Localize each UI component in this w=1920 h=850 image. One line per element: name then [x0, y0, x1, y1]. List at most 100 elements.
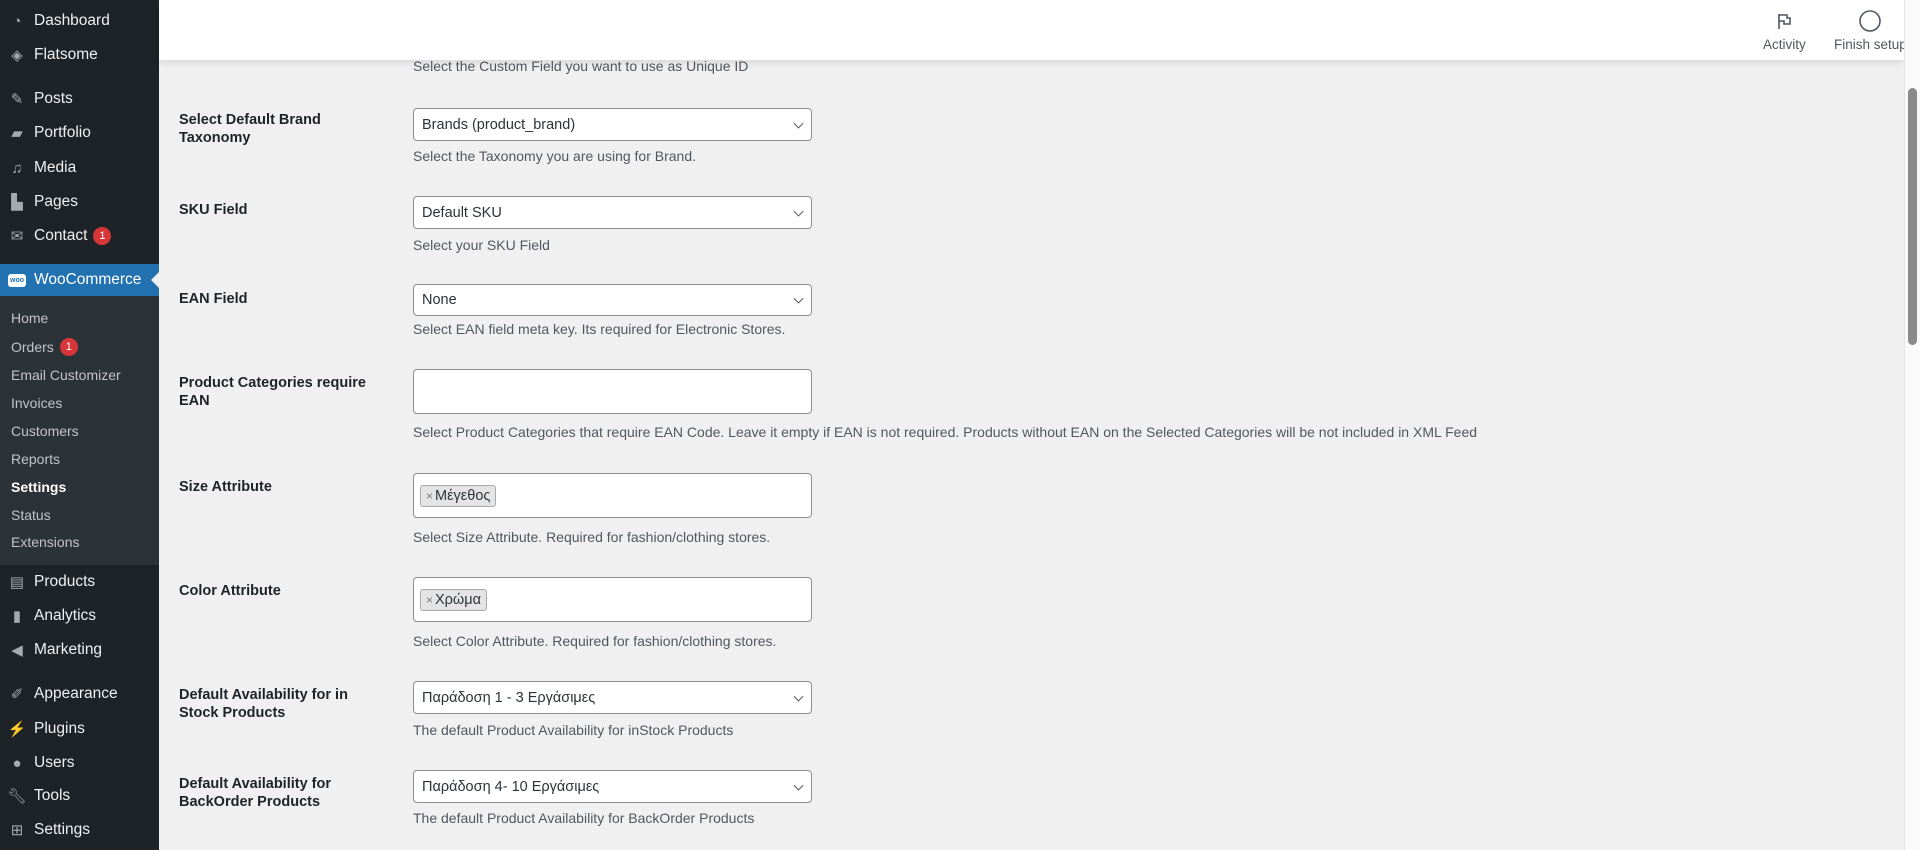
menu-flatsome[interactable]: ◈ Flatsome	[0, 40, 159, 70]
pin-icon: ✎	[10, 91, 24, 108]
ean-select[interactable]: None	[413, 284, 812, 316]
finish-setup-label: Finish setup	[1834, 37, 1907, 52]
remove-tag-icon[interactable]: ×	[426, 593, 433, 607]
menu-label: Appearance	[34, 685, 118, 702]
menu-label: Plugins	[34, 720, 85, 737]
backorder-desc: The default Product Availability for Bac…	[413, 810, 755, 826]
orders-count-badge: 1	[59, 338, 78, 356]
flag-icon	[1763, 10, 1806, 32]
woocommerce-icon: woo	[0, 273, 34, 287]
size-desc: Select Size Attribute. Required for fash…	[413, 529, 771, 545]
sku-select[interactable]: Default SKU	[413, 196, 812, 229]
finish-setup-button[interactable]: Finish setup	[1834, 10, 1907, 52]
select-value: None	[422, 292, 457, 308]
folder-icon: ▰	[11, 125, 23, 142]
menu-media[interactable]: ♫ Media	[0, 153, 159, 183]
menu-posts[interactable]: ✎ Posts	[0, 84, 159, 114]
bar-chart-icon: ▮	[12, 608, 22, 625]
menu-label: Contact	[34, 227, 88, 244]
categories-desc: Select Product Categories that require E…	[413, 424, 1478, 440]
menu-contact[interactable]: ✉ Contact 1	[0, 221, 159, 251]
menu-pages[interactable]: ▙ Pages	[0, 187, 159, 217]
menu-appearance[interactable]: ✐ Appearance	[0, 679, 159, 709]
menu-label: Posts	[34, 90, 73, 107]
categories-multiselect[interactable]	[413, 369, 812, 414]
menu-products[interactable]: ▤ Products	[0, 567, 159, 597]
menu-label: Flatsome	[34, 46, 98, 63]
submenu-reports[interactable]: Reports	[11, 448, 60, 470]
color-label: Color Attribute	[179, 583, 281, 599]
media-icon: ♫	[11, 159, 23, 177]
submenu-status[interactable]: Status	[11, 504, 51, 526]
submenu-invoices[interactable]: Invoices	[11, 392, 62, 414]
scrollbar[interactable]	[1904, 0, 1920, 850]
woocommerce-header: Activity Finish setup	[159, 0, 1907, 60]
select-value: Brands (product_brand)	[422, 116, 576, 133]
submenu-settings[interactable]: Settings	[11, 476, 66, 498]
select-value: Default SKU	[422, 204, 502, 221]
size-multiselect[interactable]: × Μέγεθος	[413, 473, 812, 518]
menu-label: Pages	[34, 193, 78, 210]
chevron-down-icon	[793, 780, 804, 791]
pages-icon: ▙	[11, 194, 23, 211]
submenu-label: Orders	[11, 339, 54, 355]
chevron-down-icon	[793, 118, 804, 129]
submenu-home[interactable]: Home	[11, 307, 48, 329]
instock-desc: The default Product Availability for inS…	[413, 722, 734, 738]
instock-select[interactable]: Παράδοση 1 - 3 Εργάσιμες	[413, 681, 812, 714]
menu-label: Marketing	[34, 641, 103, 658]
activity-button[interactable]: Activity	[1763, 10, 1806, 52]
current-arrow	[143, 272, 159, 288]
menu-label: Portfolio	[34, 124, 91, 141]
submenu-orders[interactable]: Orders 1	[11, 336, 78, 358]
menu-analytics[interactable]: ▮ Analytics	[0, 601, 159, 631]
menu-portfolio[interactable]: ▰ Portfolio	[0, 118, 159, 148]
menu-label: Products	[34, 573, 96, 590]
ean-desc: Select EAN field meta key. Its required …	[413, 321, 786, 337]
submenu-extensions[interactable]: Extensions	[11, 531, 79, 553]
menu-label: Dashboard	[34, 12, 110, 29]
menu-dashboard[interactable]: ◔ Dashboard	[0, 6, 159, 36]
menu-label: Media	[34, 159, 77, 176]
submenu-customers[interactable]: Customers	[11, 420, 79, 442]
tag-label: Μέγεθος	[435, 487, 491, 504]
menu-users[interactable]: ● Users	[0, 748, 159, 778]
menu-woocommerce[interactable]: woo WooCommerce	[0, 264, 159, 296]
chevron-down-icon	[793, 293, 804, 304]
chevron-down-icon	[793, 206, 804, 217]
size-tag: × Μέγεθος	[420, 484, 497, 507]
submenu-email-customizer[interactable]: Email Customizer	[11, 364, 121, 386]
mail-icon: ✉	[10, 228, 24, 245]
menu-label: Users	[34, 754, 75, 771]
menu-marketing[interactable]: ◀ Marketing	[0, 635, 159, 665]
user-icon: ●	[12, 754, 22, 772]
brand-label: Select Default Brand Taxonomy	[179, 112, 321, 146]
plug-icon: ⚡	[7, 721, 27, 738]
instock-label: Default Availability for in Stock Produc…	[179, 687, 348, 721]
backorder-label: Default Availability for BackOrder Produ…	[179, 776, 332, 810]
brush-icon: ✐	[10, 686, 24, 703]
menu-label: Analytics	[34, 607, 97, 624]
sku-label: SKU Field	[179, 202, 248, 218]
admin-sidebar: ◔ Dashboard ◈ Flatsome ✎ Posts ▰ Portfolio ♫…	[0, 0, 159, 850]
menu-settings[interactable]: ⊞ Settings	[0, 815, 159, 845]
remove-tag-icon[interactable]: ×	[426, 489, 433, 503]
backorder-select[interactable]: Παράδοση 4- 10 Εργάσιμες	[413, 770, 812, 803]
sku-desc: Select your SKU Field	[413, 237, 550, 253]
color-multiselect[interactable]: × Χρώμα	[413, 577, 812, 622]
sliders-icon: ⊞	[10, 822, 24, 839]
dashboard-icon: ◔	[12, 12, 22, 30]
scrollbar-thumb[interactable]	[1908, 88, 1917, 345]
flatsome-icon: ◈	[11, 47, 23, 64]
activity-label: Activity	[1763, 37, 1806, 52]
contact-count-badge: 1	[93, 227, 112, 245]
color-tag: × Χρώμα	[420, 588, 487, 611]
select-value: Παράδοση 4- 10 Εργάσιμες	[422, 778, 600, 795]
brand-select[interactable]: Brands (product_brand)	[413, 108, 812, 141]
categories-label: Product Categories require EAN	[179, 375, 366, 409]
chevron-down-icon	[793, 691, 804, 702]
menu-label: Settings	[34, 821, 91, 838]
menu-plugins[interactable]: ⚡ Plugins	[0, 714, 159, 744]
menu-tools[interactable]: 🔧︎ Tools	[0, 781, 159, 811]
menu-label: WooCommerce	[34, 271, 142, 288]
